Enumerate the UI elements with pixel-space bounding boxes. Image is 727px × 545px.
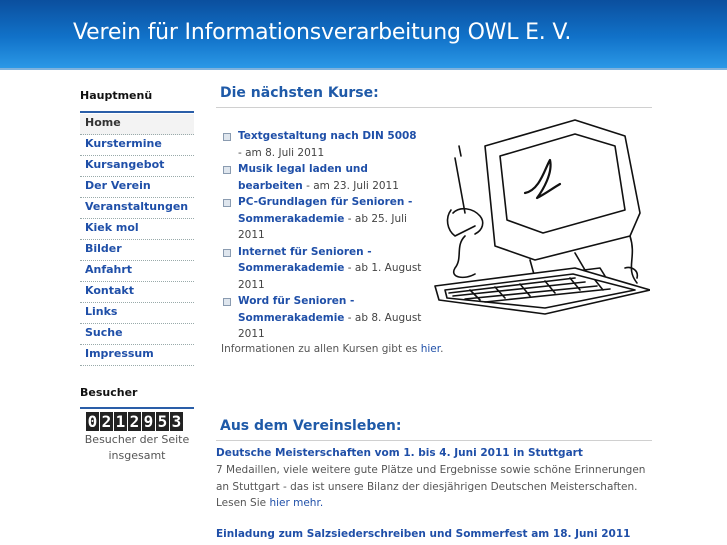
menu-item-kiek-mol[interactable]: Kiek mol xyxy=(80,219,194,240)
visitor-heading: Besucher xyxy=(80,386,138,399)
menu-item-anfahrt[interactable]: Anfahrt xyxy=(80,261,194,282)
courses-info: Informationen zu allen Kursen gibt es hi… xyxy=(221,343,443,355)
news-item-title-2[interactable]: Einladung zum Salzsiederschreiben und So… xyxy=(216,528,630,540)
menu-item-home[interactable]: Home xyxy=(80,114,194,135)
course-link[interactable]: Textgestaltung nach DIN 5008 xyxy=(238,130,417,142)
main-menu-heading: Hauptmenü xyxy=(80,89,153,102)
counter-digit: 2 xyxy=(100,412,113,431)
main-menu: Home Kurstermine Kursangebot Der Verein Vera… xyxy=(80,114,194,366)
counter-digit: 9 xyxy=(142,412,155,431)
site-title: Verein für Informationsverarbeitung OWL … xyxy=(73,20,572,45)
visitor-divider xyxy=(80,407,194,409)
club-divider xyxy=(216,440,652,441)
course-date: - am 23. Juli 2011 xyxy=(302,179,399,192)
course-item: Word für Senioren - Sommerakademie - ab … xyxy=(222,293,422,343)
courses-info-link[interactable]: hier xyxy=(421,343,440,355)
counter-digit: 1 xyxy=(114,412,127,431)
main-menu-divider xyxy=(80,111,194,113)
bullet-icon xyxy=(223,248,231,257)
menu-item-der-verein[interactable]: Der Verein xyxy=(80,177,194,198)
site-header: Verein für Informationsverarbeitung OWL … xyxy=(0,0,727,68)
counter-digit: 0 xyxy=(86,412,99,431)
menu-item-kursangebot[interactable]: Kursangebot xyxy=(80,156,194,177)
course-date: - am 8. Juli 2011 xyxy=(238,146,325,159)
courses-heading: Die nächsten Kurse: xyxy=(220,85,379,101)
courses-info-text: Informationen zu allen Kursen gibt es xyxy=(221,343,421,355)
course-item: Musik legal laden und bearbeiten - am 23… xyxy=(222,161,422,194)
menu-item-veranstaltungen[interactable]: Veranstaltungen xyxy=(80,198,194,219)
courses-divider xyxy=(216,107,652,108)
bullet-icon xyxy=(223,133,231,141)
bullet-icon xyxy=(223,166,231,174)
header-divider xyxy=(0,68,727,70)
menu-item-bilder[interactable]: Bilder xyxy=(80,240,194,261)
courses-list: Textgestaltung nach DIN 5008 - am 8. Jul… xyxy=(222,128,422,343)
counter-digit: 3 xyxy=(170,412,183,431)
news-item-text: 7 Medaillen, viele weitere gute Plätze u… xyxy=(216,462,652,512)
computer-illustration xyxy=(434,119,650,315)
news-item-title[interactable]: Deutsche Meisterschaften vom 1. bis 4. J… xyxy=(216,447,583,459)
visitor-caption: Besucher der Seite insgesamt xyxy=(84,433,190,462)
counter-digit: 2 xyxy=(128,412,141,431)
course-item: Textgestaltung nach DIN 5008 - am 8. Jul… xyxy=(222,128,422,161)
club-heading: Aus dem Vereinsleben: xyxy=(220,418,402,434)
visitor-counter: 0212953 xyxy=(86,412,183,431)
menu-item-kurstermine[interactable]: Kurstermine xyxy=(80,135,194,156)
course-link[interactable]: Word für Senioren - Sommerakademie xyxy=(238,295,354,324)
menu-item-impressum[interactable]: Impressum xyxy=(80,345,194,366)
course-item: Internet für Senioren - Sommerakademie -… xyxy=(222,244,422,294)
menu-item-kontakt[interactable]: Kontakt xyxy=(80,282,194,303)
bullet-icon xyxy=(223,298,231,306)
course-item: PC-Grundlagen für Senioren - Sommerakade… xyxy=(222,194,422,244)
menu-item-links[interactable]: Links xyxy=(80,303,194,324)
courses-info-end: . xyxy=(440,343,444,355)
news-read-more-link[interactable]: hier mehr. xyxy=(269,497,323,509)
bullet-icon xyxy=(223,199,231,207)
counter-digit: 5 xyxy=(156,412,169,431)
menu-item-suche[interactable]: Suche xyxy=(80,324,194,345)
